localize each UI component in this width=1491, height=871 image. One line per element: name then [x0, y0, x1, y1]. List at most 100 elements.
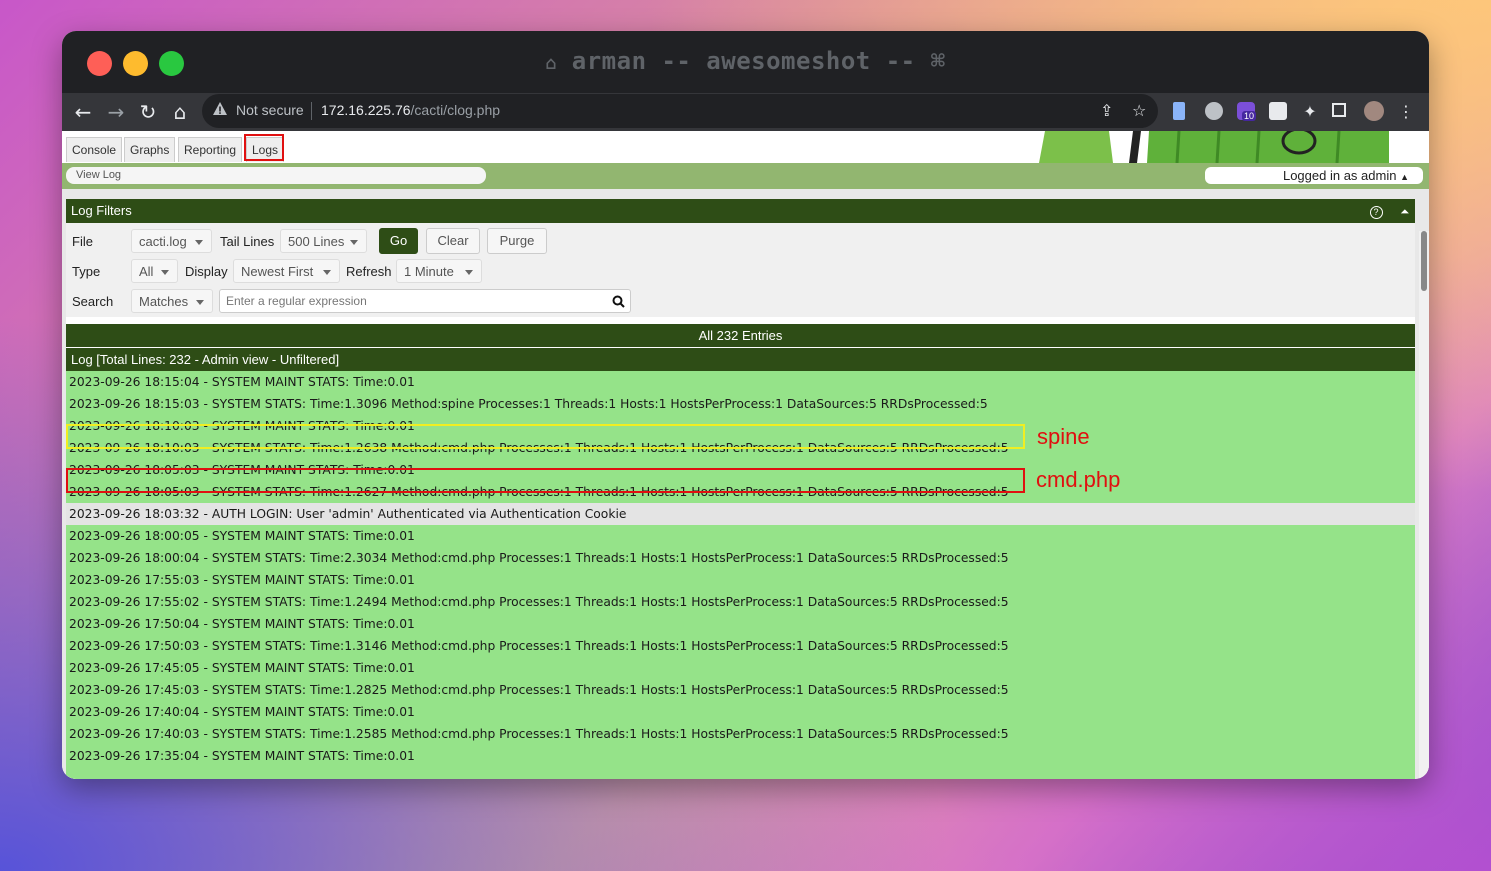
spine-annotation: spine	[1037, 424, 1090, 449]
tail-lines-value: 500 Lines	[288, 234, 345, 249]
url-host: 172.16.225.76	[321, 102, 411, 118]
tail-lines-select[interactable]: 500 Lines	[280, 229, 367, 253]
log-row: 2023-09-26 17:50:04 - SYSTEM MAINT STATS…	[66, 613, 1415, 635]
tab-graphs[interactable]: Graphs	[124, 137, 176, 162]
log-row: 2023-09-26 17:50:03 - SYSTEM STATS: Time…	[66, 635, 1415, 657]
home-icon: ⌂	[545, 53, 557, 74]
entries-summary: All 232 Entries	[66, 324, 1415, 347]
search-label: Search	[72, 294, 114, 309]
share-icon[interactable]: ⇪	[1100, 101, 1113, 120]
home-button-icon[interactable]: ⌂	[169, 101, 191, 123]
command-icon: ⌘	[930, 47, 946, 75]
refresh-label: Refresh	[346, 264, 392, 279]
menu-kebab-icon[interactable]: ⋮	[1395, 101, 1417, 123]
chevron-down-icon	[323, 270, 331, 275]
log-filters-header: Log Filters ? ⏶	[66, 199, 1415, 223]
log-row: 2023-09-26 18:00:04 - SYSTEM STATS: Time…	[66, 547, 1415, 569]
scrollbar-thumb[interactable]	[1421, 231, 1427, 291]
user-status[interactable]: Logged in as admin ▲	[1205, 167, 1423, 184]
display-label: Display	[185, 264, 228, 279]
url-path: /cacti/clog.php	[410, 102, 501, 118]
address-bar[interactable]: Not secure 172.16.225.76/cacti/clog.php …	[202, 94, 1158, 128]
tab-reporting[interactable]: Reporting	[178, 137, 243, 162]
purge-button[interactable]: Purge	[487, 228, 547, 254]
caret-up-icon: ▲	[1400, 172, 1409, 182]
search-placeholder: Enter a regular expression	[226, 294, 367, 308]
title-bar: ⌂ arman -- awesomeshot -- ⌘	[62, 31, 1429, 93]
file-select[interactable]: cacti.log	[131, 229, 212, 253]
browser-toolbar: ← → ↻ ⌂ Not secure 172.16.225.76/cacti/c…	[62, 93, 1429, 131]
display-select[interactable]: Newest First	[233, 259, 340, 283]
back-arrow-icon[interactable]: ←	[72, 101, 94, 123]
search-mode-value: Matches	[139, 294, 189, 309]
profile-avatar[interactable]	[1364, 101, 1384, 121]
log-row: 2023-09-26 17:45:05 - SYSTEM MAINT STATS…	[66, 657, 1415, 679]
breadcrumb[interactable]: View Log	[66, 167, 486, 184]
log-row	[66, 767, 1415, 779]
help-icon[interactable]: ?	[1369, 206, 1383, 219]
extension-glasses-icon[interactable]	[1205, 102, 1223, 120]
file-label: File	[72, 234, 93, 249]
browser-window: ⌂ arman -- awesomeshot -- ⌘ ← → ↻ ⌂ Not …	[62, 31, 1429, 779]
display-select-value: Newest First	[241, 264, 314, 279]
bookmark-star-icon[interactable]: ☆	[1132, 101, 1146, 120]
search-input[interactable]: Enter a regular expression	[219, 289, 631, 313]
extension-square-icon[interactable]	[1269, 102, 1287, 120]
reload-icon[interactable]: ↻	[137, 101, 159, 123]
refresh-select[interactable]: 1 Minute	[396, 259, 482, 283]
log-filters-title: Log Filters	[71, 203, 132, 218]
chevron-down-icon	[161, 270, 169, 275]
log-row: 2023-09-26 18:15:03 - SYSTEM STATS: Time…	[66, 393, 1415, 415]
page-content: Console Graphs Reporting Logs View Log L…	[62, 131, 1429, 779]
chevron-down-icon	[195, 240, 203, 245]
file-select-value: cacti.log	[139, 234, 187, 249]
tail-lines-label: Tail Lines	[220, 234, 275, 249]
search-mode-select[interactable]: Matches	[131, 289, 213, 313]
warning-icon	[213, 102, 227, 115]
logs-tab-highlight	[244, 134, 284, 161]
spine-row-highlight	[66, 424, 1025, 449]
forward-arrow-icon[interactable]: →	[105, 101, 127, 123]
log-header: Log [Total Lines: 232 - Admin view - Unf…	[66, 348, 1415, 371]
chevron-down-icon	[465, 270, 473, 275]
cacti-logo-banner	[1029, 131, 1409, 163]
side-panel-icon[interactable]	[1332, 103, 1346, 117]
type-select[interactable]: All	[131, 259, 178, 283]
breadcrumb-bar: View Log Logged in as admin ▲	[62, 163, 1429, 189]
log-row: 2023-09-26 17:40:03 - SYSTEM STATS: Time…	[66, 723, 1415, 745]
extension-badge-count: 10	[1242, 111, 1257, 121]
log-row: 2023-09-26 18:03:32 - AUTH LOGIN: User '…	[66, 503, 1415, 525]
log-row: 2023-09-26 17:45:03 - SYSTEM STATS: Time…	[66, 679, 1415, 701]
cmd-row-highlight	[66, 468, 1025, 493]
window-title-text: arman -- awesomeshot --	[571, 47, 916, 75]
tab-console[interactable]: Console	[66, 137, 123, 162]
extension-doc-icon[interactable]	[1173, 102, 1185, 120]
refresh-select-value: 1 Minute	[404, 264, 454, 279]
go-button[interactable]: Go	[379, 228, 418, 254]
extension-badge-icon[interactable]: 10	[1237, 102, 1257, 121]
type-select-value: All	[139, 264, 154, 279]
page-scrollbar[interactable]	[1419, 231, 1429, 779]
chevron-down-icon	[350, 240, 358, 245]
security-label: Not secure	[236, 102, 304, 118]
log-row: 2023-09-26 18:15:04 - SYSTEM MAINT STATS…	[66, 371, 1415, 393]
log-row: 2023-09-26 17:55:03 - SYSTEM MAINT STATS…	[66, 569, 1415, 591]
address-separator	[311, 102, 312, 120]
cmd-annotation: cmd.php	[1036, 467, 1121, 492]
collapse-icon[interactable]: ⏶	[1400, 206, 1409, 218]
type-label: Type	[72, 264, 101, 279]
user-status-text: Logged in as admin	[1282, 168, 1397, 183]
clear-button[interactable]: Clear	[426, 228, 480, 254]
cacti-tabs: Console Graphs Reporting Logs	[62, 131, 1429, 163]
log-filters-form: File cacti.log Tail Lines 500 Lines Go C…	[66, 223, 1415, 317]
log-row: 2023-09-26 18:00:05 - SYSTEM MAINT STATS…	[66, 525, 1415, 547]
window-title: ⌂ arman -- awesomeshot -- ⌘	[62, 47, 1429, 75]
log-row: 2023-09-26 17:55:02 - SYSTEM STATS: Time…	[66, 591, 1415, 613]
extensions-puzzle-icon[interactable]: ✦	[1299, 101, 1321, 123]
chevron-down-icon	[196, 300, 204, 305]
filter-header-icons: ? ⏶	[1369, 199, 1409, 224]
search-icon[interactable]	[612, 295, 625, 308]
log-row: 2023-09-26 17:40:04 - SYSTEM MAINT STATS…	[66, 701, 1415, 723]
url-text: 172.16.225.76/cacti/clog.php	[321, 102, 500, 118]
log-row: 2023-09-26 17:35:04 - SYSTEM MAINT STATS…	[66, 745, 1415, 767]
